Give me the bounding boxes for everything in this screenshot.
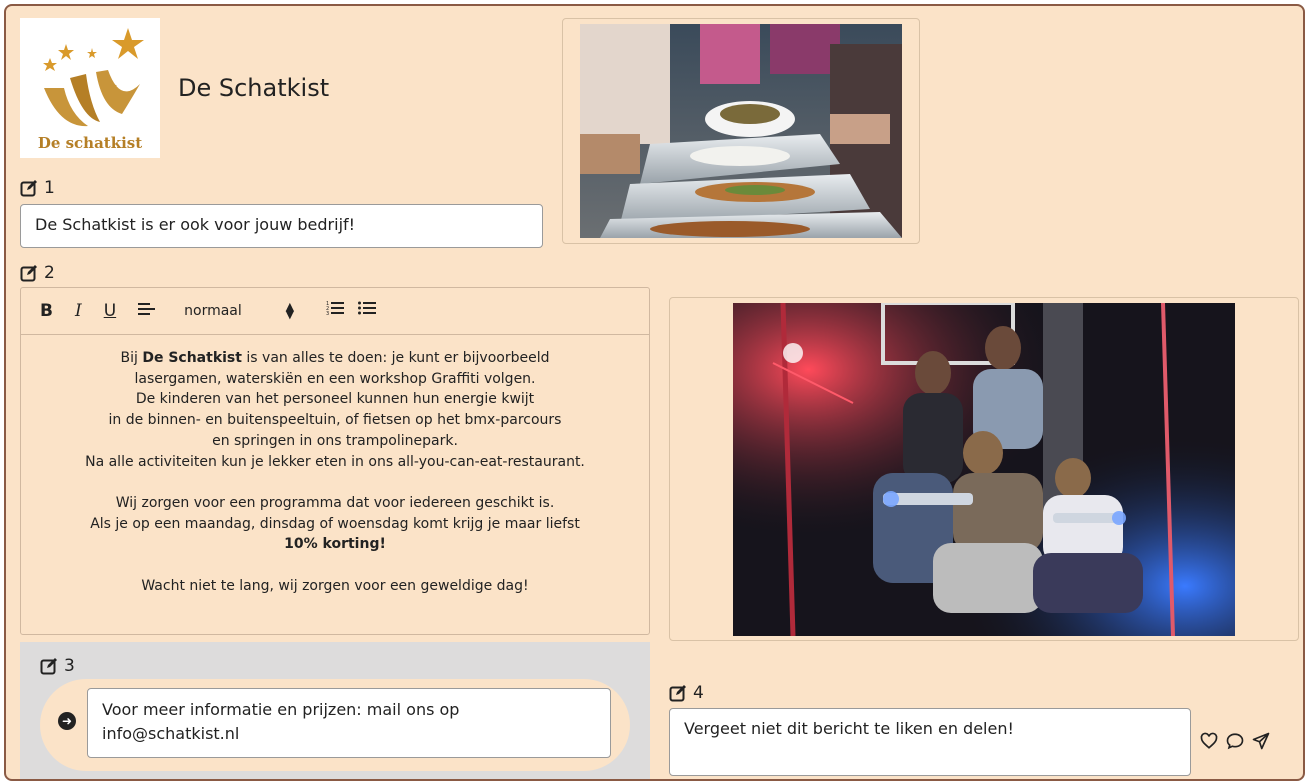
block-1-label: 1: [20, 178, 55, 198]
editor-line: 10% korting!: [284, 536, 386, 553]
svg-text:3: 3: [326, 311, 329, 316]
comment-icon[interactable]: [1226, 732, 1244, 750]
block-1-text-field[interactable]: De Schatkist is er ook voor jouw bedrijf…: [20, 204, 543, 248]
edit-icon[interactable]: [40, 657, 58, 675]
logo: De schatkist: [20, 18, 160, 158]
heart-icon[interactable]: [1200, 732, 1218, 750]
block-3-text-field[interactable]: Voor meer informatie en prijzen: mail on…: [87, 688, 611, 758]
editor-content[interactable]: Bij De Schatkist is van alles te doen: j…: [20, 348, 650, 596]
font-size-select[interactable]: normaal ▲ ▼: [184, 299, 295, 321]
block-3-line-2: info@schatkist.nl: [102, 724, 240, 743]
editor-line: en springen in ons trampolinepark.: [212, 432, 458, 449]
block-1-number: 1: [44, 178, 55, 198]
select-arrows-icon: ▲ ▼: [285, 299, 295, 321]
block-4-label: 4: [669, 683, 704, 703]
edit-icon[interactable]: [669, 684, 687, 702]
lasergame-photo[interactable]: [733, 301, 1235, 637]
ordered-list-button[interactable]: 1 2 3: [326, 300, 345, 321]
block-4-text-field[interactable]: Vergeet niet dit bericht te liken en del…: [669, 708, 1191, 776]
block-3-line-1: Voor meer informatie en prijzen: mail on…: [102, 700, 460, 719]
block-4-number: 4: [693, 683, 704, 703]
block-3-label: 3: [40, 656, 75, 676]
editor-line: lasergamen, waterskiën en een workshop G…: [134, 370, 536, 387]
italic-button[interactable]: I: [75, 301, 82, 321]
editor-line: Na alle activiteiten kun je lekker eten …: [85, 453, 585, 470]
ordered-list-icon: 1 2 3: [326, 301, 345, 317]
bullet-list-button[interactable]: [358, 300, 377, 321]
bold-button[interactable]: B: [40, 301, 53, 321]
align-left-icon: [138, 302, 156, 315]
block-2-number: 2: [44, 263, 55, 283]
logo-text: De schatkist: [38, 134, 142, 152]
edit-icon[interactable]: [20, 264, 38, 282]
post-editor-frame: De schatkist De Schatkist 1 De Schatkist…: [4, 4, 1305, 781]
editor-line: Bij De Schatkist is van alles te doen: j…: [120, 350, 550, 366]
send-icon[interactable]: [1252, 732, 1270, 750]
social-actions: [1200, 732, 1270, 750]
block-2-label: 2: [20, 263, 55, 283]
editor-line: De kinderen van het personeel kunnen hun…: [135, 391, 535, 408]
block-3-number: 3: [64, 656, 75, 676]
edit-icon[interactable]: [20, 179, 38, 197]
editor-line: Als je op een maandag, dinsdag of woensd…: [90, 515, 580, 532]
font-size-value: normaal: [184, 302, 242, 319]
editor-line: in de binnen- en buitenspeeltuin, of fie…: [108, 412, 562, 429]
arrow-right-circle-icon[interactable]: ➜: [58, 712, 76, 730]
underline-button[interactable]: U: [104, 301, 116, 321]
page-title: De Schatkist: [178, 74, 330, 102]
bullet-list-icon: [358, 301, 377, 315]
editor-line: Wacht niet te lang, wij zorgen voor een …: [141, 577, 529, 594]
align-button[interactable]: [138, 301, 156, 321]
buffet-photo[interactable]: [580, 24, 902, 238]
editor-toolbar: B I U normaal ▲ ▼ 1 2 3: [20, 287, 650, 335]
editor-line: Wij zorgen voor een programma dat voor i…: [115, 494, 555, 511]
